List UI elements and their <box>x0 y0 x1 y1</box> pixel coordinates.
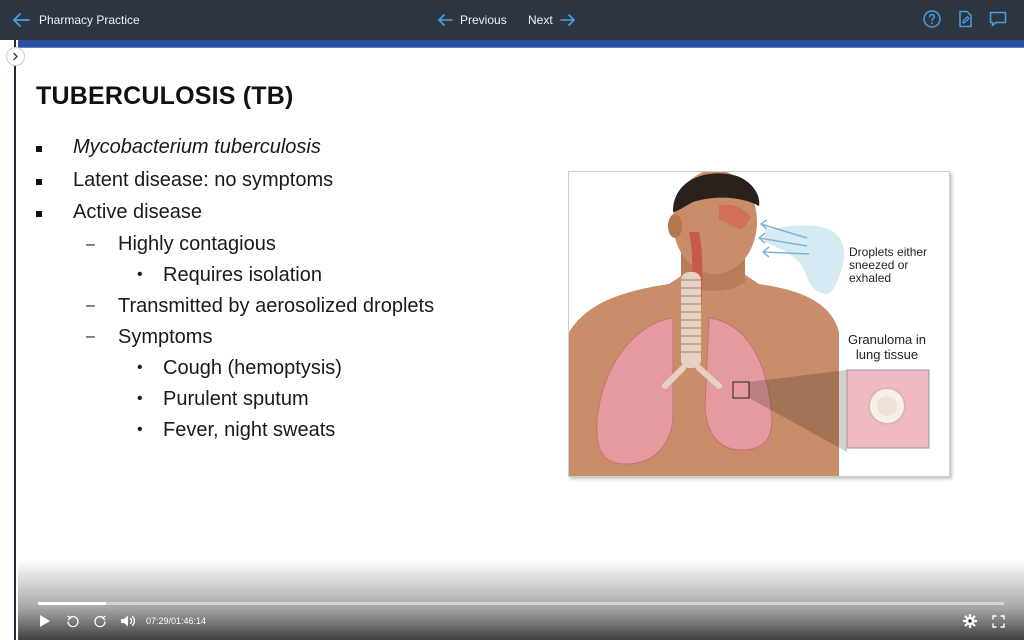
help-circle-icon[interactable] <box>922 9 942 29</box>
bullet-square-marker <box>36 146 42 152</box>
fullscreen-button[interactable] <box>990 612 1006 630</box>
edit-document-icon[interactable] <box>955 9 975 29</box>
bullet-item: Purulent sputum <box>163 388 309 410</box>
seek-bar-progress <box>38 602 106 605</box>
player-controls-overlay <box>18 560 1024 640</box>
bullet-dash-marker: – <box>86 297 95 314</box>
left-rail <box>0 40 16 640</box>
previous-label: Previous <box>460 13 507 27</box>
seek-bar[interactable] <box>38 602 1004 605</box>
caption-line: lung tissue <box>855 347 919 362</box>
bullet-item: Cough (hemoptysis) <box>163 357 342 379</box>
chevron-right-icon <box>13 52 18 61</box>
anatomy-illustration <box>569 172 949 476</box>
bullet-item: Transmitted by aerosolized droplets <box>118 295 435 317</box>
bullet-item: Latent disease: no symptoms <box>73 169 334 191</box>
next-button[interactable]: Next <box>528 9 577 31</box>
volume-icon <box>120 615 135 627</box>
top-actions <box>922 9 1008 29</box>
granuloma-caption: Granuloma in lung tissue <box>839 332 935 362</box>
comment-icon[interactable] <box>988 9 1008 29</box>
forward-button[interactable] <box>92 612 108 630</box>
bullet-item: Active disease <box>73 201 202 223</box>
play-icon <box>40 615 50 627</box>
bullet-dash-marker: – <box>86 328 95 345</box>
bullet-item: Mycobacterium tuberculosis <box>73 136 321 158</box>
droplets-caption: Droplets either sneezed or exhaled <box>849 246 927 285</box>
bullet-dash-marker: – <box>86 236 95 253</box>
rewind-button[interactable] <box>64 612 80 630</box>
bullet-dot-marker: • <box>137 390 143 407</box>
tb-illustration: Droplets either sneezed or exhaled Granu… <box>568 171 950 477</box>
volume-button[interactable] <box>119 612 137 630</box>
video-player[interactable]: TUBERCULOSIS (TB) Mycobacterium tubercul… <box>18 40 1024 640</box>
forward-icon <box>93 614 106 627</box>
next-label: Next <box>528 13 553 27</box>
bullet-square-marker <box>36 179 42 185</box>
arrow-left-icon <box>438 14 453 26</box>
gear-icon <box>963 614 977 628</box>
bullet-dot-marker: • <box>137 266 143 283</box>
play-button[interactable] <box>38 612 52 630</box>
caption-line: Granuloma in <box>847 332 927 347</box>
bullet-item: Requires isolation <box>163 264 322 286</box>
bullet-dot-marker: • <box>137 359 143 376</box>
bullet-item: Symptoms <box>118 326 213 348</box>
top-bar: Pharmacy Practice Previous Next <box>0 0 1024 40</box>
settings-button[interactable] <box>962 612 978 630</box>
bullet-item: Highly contagious <box>118 233 276 255</box>
bullet-dot-marker: • <box>137 421 143 438</box>
arrow-right-icon <box>559 14 575 26</box>
arrow-left-icon[interactable] <box>10 9 32 31</box>
fullscreen-icon <box>991 614 1005 628</box>
rewind-icon <box>66 614 79 627</box>
slide-title: TUBERCULOSIS (TB) <box>36 82 294 110</box>
previous-button[interactable]: Previous <box>436 9 507 31</box>
bullet-item: Fever, night sweats <box>163 419 336 441</box>
playback-time: 07:29/01:46:14 <box>146 616 207 626</box>
caption-line: exhaled <box>849 271 892 285</box>
sidebar-toggle-button[interactable] <box>6 47 25 66</box>
app-title: Pharmacy Practice <box>39 13 140 27</box>
slide-header-strip <box>18 40 1024 48</box>
bullet-square-marker <box>36 211 42 217</box>
